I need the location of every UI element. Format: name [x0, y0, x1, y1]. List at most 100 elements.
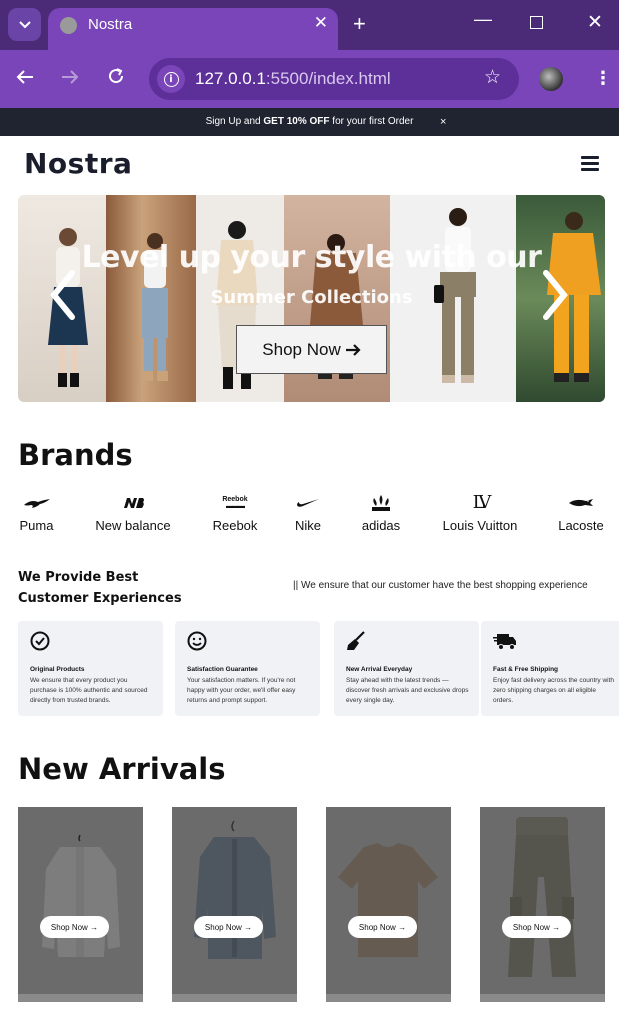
experience-title-line2: Customer Experiences — [18, 591, 182, 606]
product-shop-now-button[interactable]: Shop Now → — [194, 916, 263, 938]
url-path: :5500/index.html — [265, 69, 391, 88]
feature-card-text: Enjoy fast delivery across the country w… — [493, 677, 615, 704]
product-button-label: Shop Now — [50, 922, 88, 932]
arrow-right-icon — [62, 70, 79, 84]
product-card[interactable]: Shop Now → — [326, 807, 451, 1002]
product-bar — [326, 994, 451, 1002]
product-card[interactable]: Shop Now → — [480, 807, 605, 1002]
check-circle-icon — [30, 631, 50, 651]
product-bar — [18, 994, 143, 1002]
feature-card-title: New Arrival Everyday — [346, 666, 413, 673]
browser-tab[interactable]: Nostra ✕ — [48, 8, 338, 50]
product-card[interactable]: Shop Now → — [172, 807, 297, 1002]
truck-icon — [493, 634, 516, 650]
denim-shirt-image — [194, 820, 276, 959]
tab-title: Nostra — [88, 16, 133, 33]
arrow-left-icon — [16, 70, 33, 84]
feature-card-title: Fast & Free Shipping — [493, 666, 559, 673]
url-host: 127.0.0.1 — [195, 69, 266, 88]
smiley-icon — [187, 631, 207, 651]
new-arrivals-title: New Arrivals — [18, 752, 226, 786]
feature-card: Satisfaction Guarantee Your satisfaction… — [175, 621, 320, 716]
new-balance-logo-icon — [124, 498, 144, 508]
reebok-logo-text: Reebok — [222, 496, 248, 503]
brand-puma[interactable]: Puma — [18, 492, 55, 533]
brand-lacoste[interactable]: Lacoste — [557, 492, 605, 533]
url-text[interactable]: 127.0.0.1:5500/index.html — [195, 69, 391, 89]
feature-card-title: Satisfaction Guarantee — [187, 666, 258, 673]
brand-name: adidas — [361, 518, 401, 533]
address-bar[interactable]: i 127.0.0.1:5500/index.html ☆ — [149, 58, 519, 100]
new-tab-button[interactable]: + — [353, 11, 366, 37]
white-shirt-image — [42, 834, 120, 957]
reload-button[interactable] — [107, 66, 125, 90]
brand-louis-vuitton[interactable]: LV Louis Vuitton — [440, 492, 520, 534]
nike-swoosh-icon — [297, 499, 319, 507]
adidas-logo-icon — [372, 495, 390, 511]
hero-subtitle: Summer Collections — [210, 287, 413, 308]
brand-new-balance[interactable]: New balance — [92, 492, 174, 533]
maximize-button[interactable] — [530, 16, 543, 29]
menu-kebab-icon[interactable]: ⋮ — [594, 68, 612, 89]
cargo-pants-image — [508, 817, 576, 977]
product-button-label: Shop Now — [204, 922, 242, 932]
brand-name: Nike — [294, 518, 321, 533]
tab-close-icon[interactable]: ✕ — [314, 13, 328, 33]
bookmark-star-icon[interactable]: ☆ — [484, 66, 501, 88]
product-shop-now-button[interactable]: Shop Now → — [348, 916, 417, 938]
brand-name: Reebok — [212, 518, 258, 533]
product-bar — [480, 994, 605, 1002]
experience-subtitle: || We ensure that our customer have the … — [293, 580, 588, 591]
feature-card-text: Your satisfaction matters. If you're not… — [187, 677, 296, 704]
minimize-button[interactable]: — — [474, 9, 492, 30]
tab-search-button[interactable] — [8, 8, 41, 41]
reebok-logo-icon: Reebok ▬▬▬ — [222, 496, 248, 510]
puma-logo-icon — [23, 499, 50, 508]
brand-nike[interactable]: Nike — [294, 492, 322, 533]
brand-name: Louis Vuitton — [442, 518, 518, 533]
brand-name: Lacoste — [558, 518, 604, 533]
broom-icon — [347, 631, 365, 650]
back-button[interactable] — [16, 66, 34, 90]
chevron-down-icon — [18, 20, 31, 28]
beige-tshirt-image — [338, 843, 438, 957]
profile-avatar[interactable] — [539, 67, 563, 91]
arrow-right-icon — [345, 343, 361, 356]
announcement-highlight: GET 10% OFF — [263, 116, 330, 127]
experience-title: We Provide Best Customer Experiences — [18, 567, 182, 609]
brand-reebok[interactable]: Reebok ▬▬▬ Reebok — [211, 492, 259, 533]
carousel-prev-icon[interactable] — [48, 269, 78, 321]
hero-shop-now-button[interactable]: Shop Now — [236, 325, 387, 374]
product-button-label: Shop Now — [358, 922, 396, 932]
browser-tab-bar: Nostra ✕ + — ✕ — [0, 0, 619, 50]
product-shop-now-button[interactable]: Shop Now → — [40, 916, 109, 938]
product-bar — [172, 994, 297, 1002]
brand-adidas[interactable]: adidas — [359, 492, 403, 533]
announcement-bar: Sign Up and GET 10% OFF for your first O… — [0, 108, 619, 136]
hamburger-menu-icon[interactable] — [581, 156, 599, 171]
product-card[interactable]: Shop Now → — [18, 807, 143, 1002]
hero-title: Level up your style with our — [81, 240, 542, 275]
feature-card-text: We ensure that every product you purchas… — [30, 677, 148, 704]
brand-name: Puma — [19, 518, 54, 533]
site-logo[interactable]: Nostra — [24, 147, 132, 180]
product-button-label: Shop Now — [512, 922, 550, 932]
site-info-button[interactable]: i — [157, 65, 185, 93]
feature-card: New Arrival Everyday Stay ahead with the… — [334, 621, 479, 716]
announcement-close-button[interactable]: × — [440, 108, 446, 136]
feature-card-text: Stay ahead with the latest trends — disc… — [346, 677, 469, 704]
brand-name: New balance — [95, 518, 171, 533]
feature-card: Fast & Free Shipping Enjoy fast delivery… — [481, 621, 619, 716]
brands-title: Brands — [18, 438, 133, 472]
hero-banner: Level up your style with our Summer Coll… — [18, 195, 605, 402]
info-icon: i — [163, 71, 179, 87]
announcement-prefix: Sign Up and — [205, 116, 264, 127]
forward-button[interactable] — [61, 66, 79, 90]
product-shop-now-button[interactable]: Shop Now → — [502, 916, 571, 938]
louis-vuitton-logo-icon: LV — [472, 492, 492, 513]
carousel-next-icon[interactable] — [540, 269, 570, 321]
close-window-button[interactable]: ✕ — [587, 11, 603, 34]
globe-icon — [60, 17, 77, 34]
feature-card: Original Products We ensure that every p… — [18, 621, 163, 716]
lacoste-logo-icon — [569, 499, 593, 507]
